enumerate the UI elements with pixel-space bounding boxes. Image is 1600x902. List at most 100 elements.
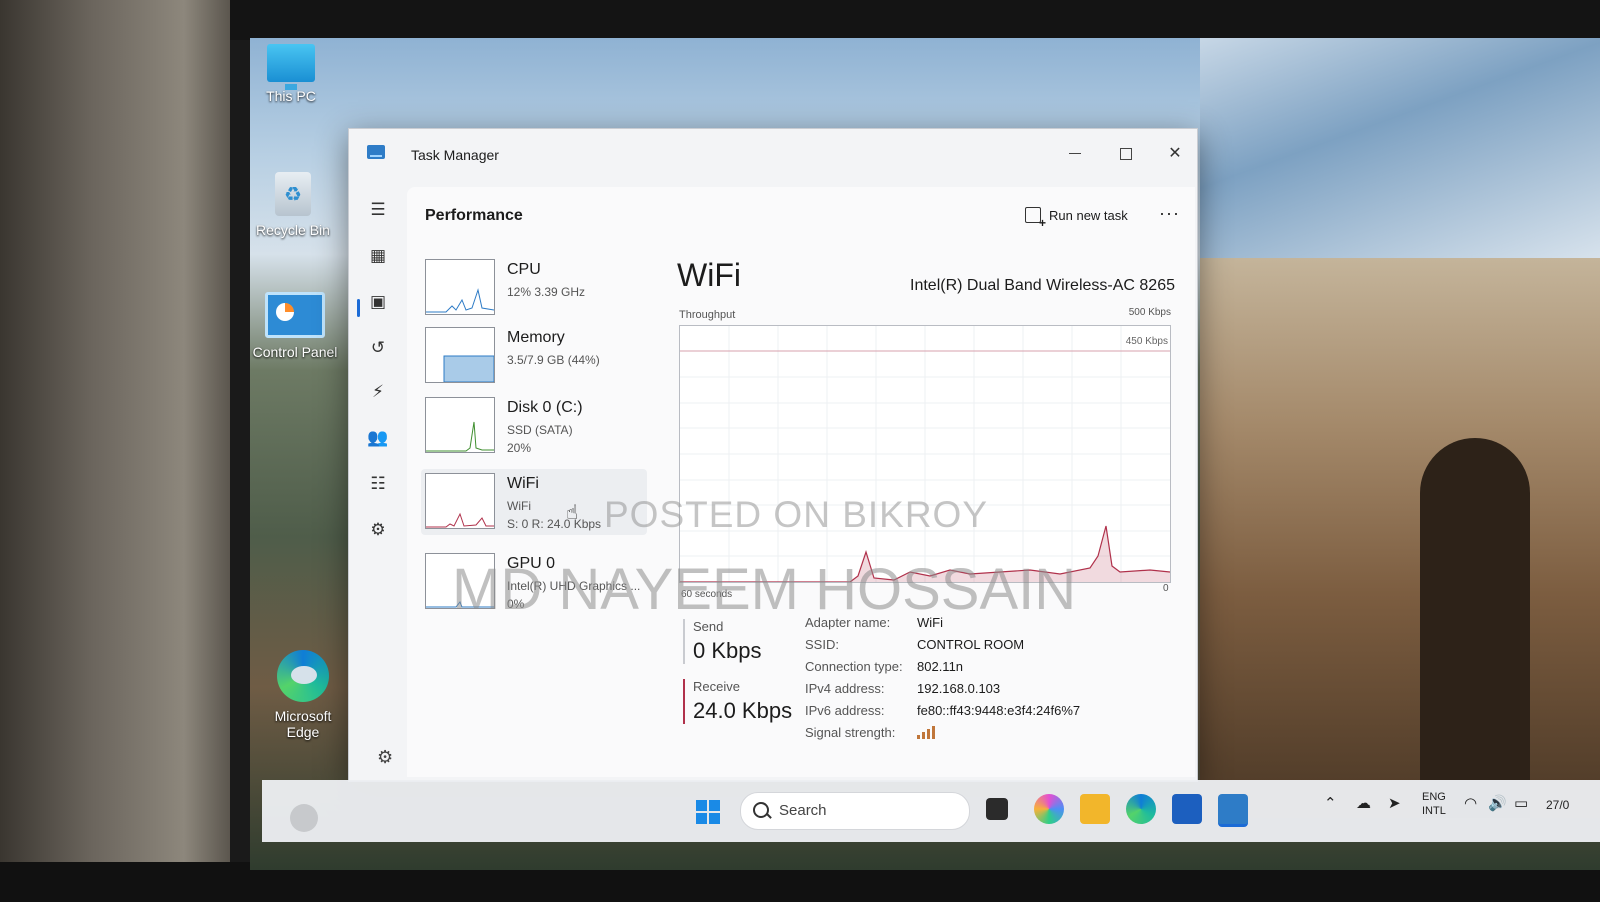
widgets-icon[interactable] bbox=[290, 804, 318, 832]
edge-taskbar-icon[interactable] bbox=[1126, 794, 1156, 824]
task-view-icon[interactable] bbox=[986, 798, 1008, 820]
history-icon: ↺ bbox=[370, 338, 386, 357]
settings-button[interactable]: ⚙ bbox=[377, 747, 393, 768]
device-name: WiFi bbox=[507, 475, 539, 492]
prop-key: Signal strength: bbox=[805, 725, 896, 740]
clock[interactable]: 27/0 bbox=[1546, 798, 1569, 812]
disk-mini-graph bbox=[425, 397, 495, 453]
task-manager-taskbar-icon[interactable] bbox=[1218, 794, 1248, 827]
startup-icon: ⚡ bbox=[372, 382, 384, 401]
device-sub: 12% 3.39 GHz bbox=[507, 285, 586, 299]
show-hidden-icons-chevron-icon[interactable]: ⌃ bbox=[1324, 794, 1337, 812]
desktop-icon-label: Control Panel bbox=[252, 344, 338, 360]
hamburger-icon: ☰ bbox=[370, 200, 386, 219]
device-sub: 3.5/7.9 GB (44%) bbox=[507, 353, 600, 367]
device-sub2: S: 0 R: 24.0 Kbps bbox=[507, 517, 602, 531]
hamburger-menu-button[interactable]: ☰ bbox=[363, 195, 393, 225]
file-explorer-icon[interactable] bbox=[1080, 794, 1110, 824]
lang-line-1: ENG bbox=[1422, 791, 1446, 803]
search-icon bbox=[753, 802, 769, 818]
details-list-icon: ☷ bbox=[370, 474, 386, 493]
close-button[interactable]: ✕ bbox=[1153, 139, 1197, 169]
device-item-memory[interactable]: Memory 3.5/7.9 GB (44%) bbox=[421, 323, 647, 389]
task-manager-window: Task Manager ✕ ☰ ▦ ▣ ↺ ⚡ 👥 ☷ ⚙ Performan… bbox=[348, 128, 1198, 782]
page-title: Performance bbox=[425, 207, 523, 224]
graph-zero-label: 0 bbox=[1163, 583, 1169, 594]
run-task-icon bbox=[1025, 207, 1046, 230]
location-icon[interactable]: ➤ bbox=[1388, 794, 1401, 812]
desktop-icon-microsoft-edge[interactable]: Microsoft Edge bbox=[258, 650, 348, 740]
prop-value: fe80::ff43:9448:e3f4:24f6%7 bbox=[917, 703, 1081, 718]
wallpaper-sky bbox=[1200, 38, 1600, 268]
gear-icon: ⚙ bbox=[377, 747, 394, 767]
nav-details[interactable]: ☷ bbox=[363, 469, 393, 499]
taskbar-search-box[interactable]: Search bbox=[740, 792, 970, 830]
wallpaper-cliff bbox=[1200, 258, 1600, 818]
device-sub: SSD (SATA) bbox=[507, 423, 573, 437]
signal-bars bbox=[917, 725, 935, 739]
device-item-disk[interactable]: Disk 0 (C:) SSD (SATA) 20% bbox=[421, 393, 647, 459]
nav-active-indicator bbox=[357, 299, 360, 317]
device-name: Disk 0 (C:) bbox=[507, 399, 583, 416]
nav-app-history[interactable]: ↺ bbox=[363, 333, 393, 363]
input-language-indicator[interactable]: ENG INTL bbox=[1422, 790, 1446, 818]
window-title: Task Manager bbox=[411, 147, 499, 163]
memory-mini-graph bbox=[425, 327, 495, 383]
prop-value: 802.11n bbox=[917, 659, 964, 674]
detail-title: WiFi bbox=[677, 257, 741, 293]
signal-strength-icon bbox=[917, 725, 935, 742]
watermark-line-2: MD NAYEEM HOSSAIN bbox=[452, 557, 1077, 622]
lang-line-2: INTL bbox=[1422, 805, 1446, 817]
graph-450-label: 450 Kbps bbox=[1126, 336, 1168, 347]
desk-surface bbox=[0, 0, 230, 902]
edge-icon bbox=[277, 650, 329, 702]
device-item-cpu[interactable]: CPU 12% 3.39 GHz bbox=[421, 255, 647, 321]
services-icon: ⚙ bbox=[370, 520, 386, 539]
nav-services[interactable]: ⚙ bbox=[363, 515, 393, 545]
battery-icon[interactable]: ▭ bbox=[1514, 794, 1528, 812]
run-new-task-button[interactable]: Run new task bbox=[1025, 207, 1128, 230]
maximize-button[interactable] bbox=[1103, 139, 1147, 169]
nav-rail: ☰ ▦ ▣ ↺ ⚡ 👥 ☷ ⚙ bbox=[349, 181, 405, 781]
start-button[interactable] bbox=[696, 800, 720, 824]
wallpaper-bridge-arch bbox=[1420, 438, 1530, 818]
copilot-icon[interactable] bbox=[1034, 794, 1064, 824]
performance-panel: Performance Run new task ··· CPU 12% 3.3… bbox=[407, 187, 1195, 777]
wifi-mini-graph bbox=[425, 473, 495, 529]
wifi-icon[interactable]: ◠ bbox=[1464, 794, 1477, 812]
run-new-task-label: Run new task bbox=[1049, 207, 1128, 223]
adapter-name: Intel(R) Dual Band Wireless-AC 8265 bbox=[910, 277, 1175, 294]
send-stat: Send 0 Kbps bbox=[683, 619, 813, 664]
receive-value: 24.0 Kbps bbox=[693, 698, 793, 723]
more-options-button[interactable]: ··· bbox=[1159, 203, 1180, 224]
receive-stat: Receive 24.0 Kbps bbox=[683, 679, 813, 724]
control-panel-icon bbox=[265, 292, 325, 338]
title-bar[interactable]: Task Manager ✕ bbox=[349, 129, 1197, 181]
desktop-icon-control-panel[interactable]: Control Panel bbox=[250, 292, 340, 360]
nav-startup-apps[interactable]: ⚡ bbox=[363, 377, 393, 407]
performance-icon: ▣ bbox=[369, 292, 387, 311]
nav-processes[interactable]: ▦ bbox=[363, 241, 393, 271]
signal-bar bbox=[917, 735, 920, 739]
desktop-icon-recycle-bin[interactable]: ♻ Recycle Bin bbox=[248, 172, 338, 238]
throughput-graph: 450 Kbps bbox=[679, 325, 1171, 583]
throughput-label: Throughput bbox=[679, 309, 736, 321]
nav-performance[interactable]: ▣ bbox=[363, 287, 393, 317]
signal-bar bbox=[922, 732, 925, 739]
search-placeholder: Search bbox=[779, 802, 827, 819]
device-name: Memory bbox=[507, 329, 565, 346]
store-icon[interactable] bbox=[1172, 794, 1202, 824]
minimize-button[interactable] bbox=[1053, 139, 1097, 169]
cloud-offline-icon[interactable]: ☁ bbox=[1356, 794, 1371, 812]
prop-key: SSID: bbox=[805, 637, 839, 652]
graph-max-label: 500 Kbps bbox=[1128, 307, 1171, 318]
desktop-icon-this-pc[interactable]: This PC bbox=[246, 44, 336, 104]
desktop-icon-label: This PC bbox=[266, 88, 316, 104]
prop-key: IPv6 address: bbox=[805, 703, 885, 718]
monitor-icon bbox=[267, 44, 315, 90]
volume-icon[interactable]: 🔊 bbox=[1488, 794, 1507, 812]
prop-key: IPv4 address: bbox=[805, 681, 885, 696]
send-value: 0 Kbps bbox=[693, 638, 762, 663]
nav-users[interactable]: 👥 bbox=[363, 423, 393, 453]
hand-cursor-icon: ☝ bbox=[566, 502, 579, 524]
